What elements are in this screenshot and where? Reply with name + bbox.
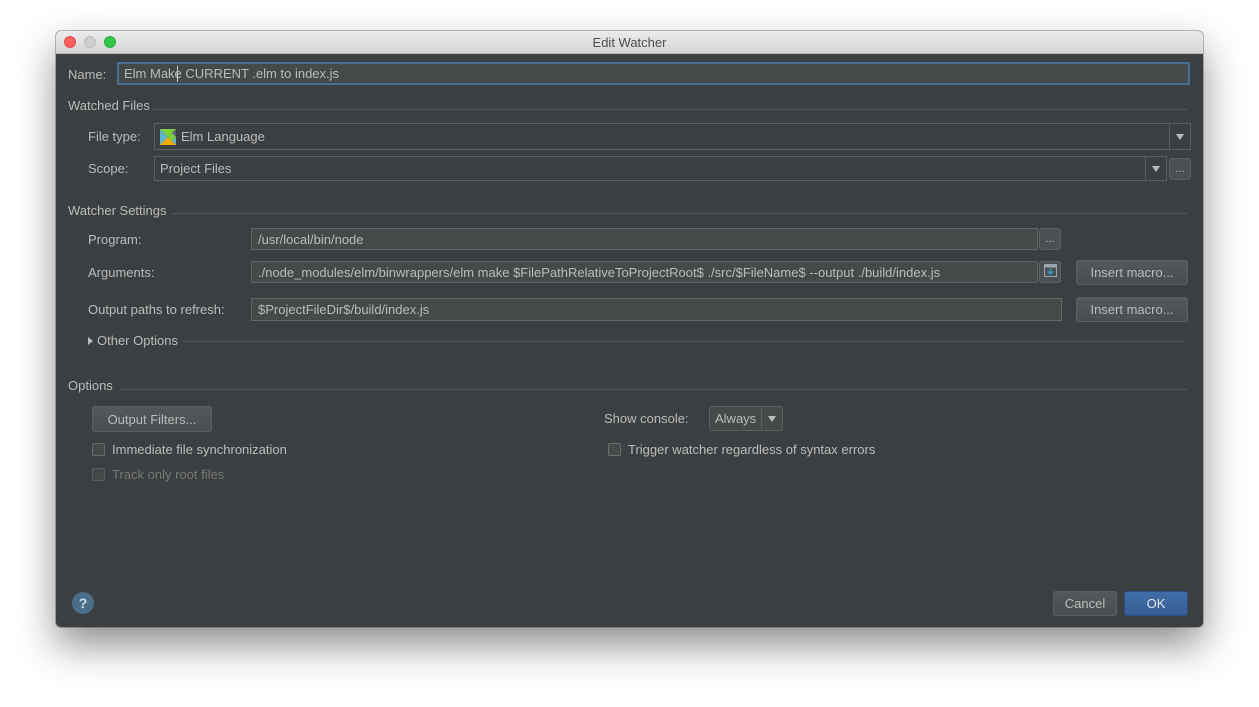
name-input[interactable]: Elm Make CURRENT .elm to index.js: [117, 62, 1190, 85]
show-console-label: Show console:: [604, 411, 689, 426]
name-label: Name:: [68, 67, 107, 82]
watcher-settings-section-title: Watcher Settings: [68, 203, 167, 218]
show-console-value: Always: [715, 411, 757, 426]
scope-browse-button[interactable]: ...: [1169, 158, 1191, 180]
program-browse-button[interactable]: ...: [1039, 228, 1061, 250]
elm-logo-icon: [160, 128, 176, 145]
file-type-label: File type:: [88, 129, 141, 144]
ok-button[interactable]: OK: [1124, 591, 1188, 616]
text-cursor: [177, 66, 178, 82]
scope-combo[interactable]: Project Files: [154, 156, 1167, 181]
options-section-title: Options: [68, 378, 113, 393]
trigger-watcher-label: Trigger watcher regardless of syntax err…: [628, 442, 876, 457]
watcher-settings-divider: [172, 213, 1187, 214]
expand-arguments-button[interactable]: [1039, 261, 1061, 283]
output-paths-input[interactable]: $ProjectFileDir$/build/index.js: [251, 298, 1062, 321]
file-type-dropdown-arrow[interactable]: [1169, 124, 1190, 149]
immediate-sync-checkbox[interactable]: [92, 443, 105, 456]
file-type-value: Elm Language: [181, 129, 265, 144]
arguments-insert-macro-button[interactable]: Insert macro...: [1076, 260, 1188, 285]
edit-watcher-dialog: Edit Watcher Name: Elm Make CURRENT .elm…: [56, 31, 1203, 627]
chevron-right-icon: [88, 336, 93, 345]
track-root-files-label: Track only root files: [112, 467, 225, 482]
watched-files-divider: [153, 109, 1187, 110]
help-icon[interactable]: ?: [72, 592, 94, 614]
program-input[interactable]: /usr/local/bin/node: [251, 228, 1038, 250]
watched-files-section-title: Watched Files: [68, 98, 150, 113]
arguments-input-value: ./node_modules/elm/binwrappers/elm make …: [258, 264, 941, 280]
arguments-input[interactable]: ./node_modules/elm/binwrappers/elm make …: [251, 261, 1038, 283]
other-options-label: Other Options: [97, 333, 178, 348]
trigger-watcher-checkbox[interactable]: [608, 443, 621, 456]
output-paths-input-value: $ProjectFileDir$/build/index.js: [258, 302, 430, 317]
scope-label: Scope:: [88, 161, 129, 176]
cancel-button[interactable]: Cancel: [1053, 591, 1117, 616]
expand-field-icon: [1043, 264, 1057, 280]
output-filters-button[interactable]: Output Filters...: [92, 406, 212, 432]
output-paths-label: Output paths to refresh:: [88, 302, 225, 317]
immediate-sync-label: Immediate file synchronization: [112, 442, 287, 457]
other-options-toggle[interactable]: Other Options: [88, 333, 178, 348]
options-divider: [120, 389, 1187, 390]
name-input-value: Elm Make CURRENT .elm to index.js: [124, 66, 340, 81]
chevron-down-icon: [1176, 133, 1184, 140]
track-root-files-checkbox: [92, 468, 105, 481]
chevron-down-icon: [1152, 165, 1160, 172]
chevron-down-icon: [768, 415, 776, 422]
other-options-divider: [183, 341, 1184, 342]
output-insert-macro-button[interactable]: Insert macro...: [1076, 297, 1188, 322]
show-console-combo[interactable]: Always: [709, 406, 783, 431]
file-type-combo[interactable]: Elm Language: [154, 123, 1191, 150]
arguments-label: Arguments:: [88, 265, 155, 280]
scope-dropdown-arrow[interactable]: [1145, 157, 1166, 180]
program-input-value: /usr/local/bin/node: [258, 231, 364, 247]
show-console-dropdown-arrow[interactable]: [761, 407, 782, 430]
title-bar[interactable]: Edit Watcher: [56, 31, 1203, 54]
window-title: Edit Watcher: [592, 35, 667, 50]
program-label: Program:: [88, 232, 142, 247]
scope-value: Project Files: [160, 161, 232, 176]
